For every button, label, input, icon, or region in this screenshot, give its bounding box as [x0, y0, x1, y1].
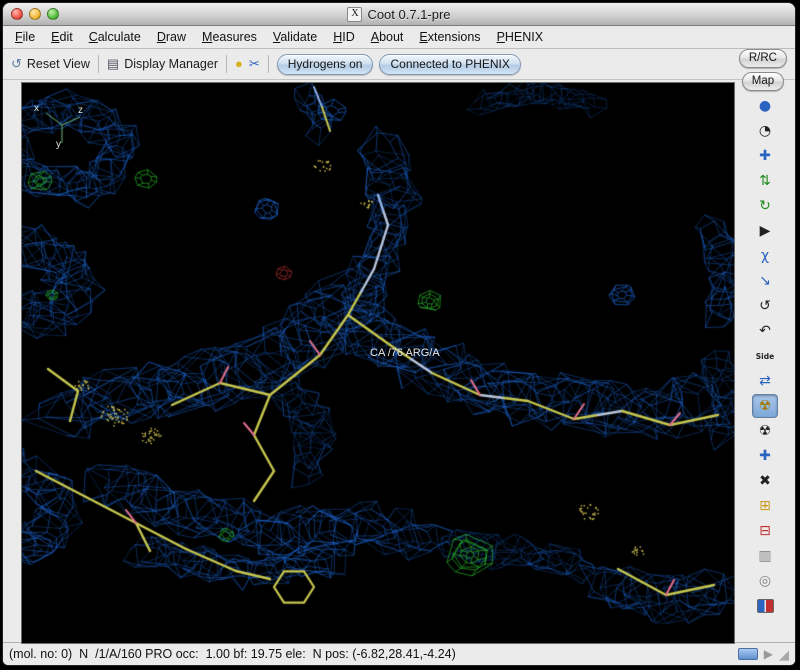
hydrogens-toggle-button[interactable]: Hydrogens on [276, 53, 374, 75]
flag-icon [756, 599, 774, 613]
play-icon: ▶ [759, 223, 771, 239]
refresh-icon: ↺ [759, 298, 771, 314]
play-icon-button[interactable]: ▶ [752, 219, 778, 243]
toolbar-separator [267, 55, 269, 73]
display-manager-button[interactable]: ▤ Display Manager [107, 56, 218, 72]
flip-icon: ⇄ [759, 373, 771, 389]
phenix-connection-button[interactable]: Connected to PHENIX [379, 53, 521, 75]
add-box-icon-button[interactable]: ⊞ [752, 494, 778, 518]
title-bar[interactable]: X Coot 0.7.1-pre [3, 3, 795, 26]
close-button[interactable] [11, 8, 23, 20]
label-atom-icon: ● [235, 56, 243, 71]
radiation-icon-button[interactable]: ☢ [752, 394, 778, 418]
menu-about[interactable]: About [363, 28, 412, 46]
toolbar-separator [97, 55, 99, 73]
sphere-icon-button[interactable]: ● [752, 94, 778, 118]
modelling-toolbar: ● ◔ ✚ ⇅ ↻ ▶ χ ↘ ↺ ↶ Side ⇄ ☢ ☢ ✚ ✖ ⊞ ⊟ ▥… [735, 82, 795, 640]
menu-extensions[interactable]: Extensions [411, 28, 488, 46]
move-icon-button[interactable]: ✚ [752, 144, 778, 168]
updown-arrows-icon-button[interactable]: ⇅ [752, 169, 778, 193]
flip-icon-button[interactable]: ⇄ [752, 369, 778, 393]
refresh-icon-button[interactable]: ↺ [752, 294, 778, 318]
reset-view-button[interactable]: ↺ Reset View [11, 56, 90, 72]
add-box-icon: ⊞ [759, 498, 771, 514]
mini-play-icon[interactable]: ▶ [764, 648, 773, 660]
radiation-dark-icon-button[interactable]: ☢ [752, 419, 778, 443]
side-chain-icon-button[interactable]: Side [752, 344, 778, 368]
clock-icon: ◔ [758, 123, 772, 139]
circle-icon-button[interactable]: ◎ [752, 569, 778, 593]
delete-icon-button[interactable]: ✖ [752, 469, 778, 493]
rotate-icon-button[interactable]: ↻ [752, 194, 778, 218]
coot-window: X Coot 0.7.1-pre File Edit Calculate Dra… [2, 2, 796, 666]
status-text: (mol. no: 0) N /1/A/160 PRO occ: 1.00 bf… [9, 647, 456, 661]
sphere-icon: ● [758, 98, 772, 114]
reset-view-label: Reset View [26, 57, 90, 71]
add-atom-icon: ✚ [759, 448, 771, 464]
main-toolbar: ↺ Reset View ▤ Display Manager ● ✂ Hydro… [3, 49, 795, 80]
jump-arrow-icon-button[interactable]: ↘ [752, 269, 778, 293]
label-atom-button[interactable]: ● [235, 56, 243, 72]
undo-icon-button[interactable]: ↶ [752, 319, 778, 343]
display-manager-icon: ▤ [106, 56, 120, 71]
right-top-buttons: R/RC Map [738, 49, 787, 91]
zoom-button[interactable] [47, 8, 59, 20]
menu-calculate[interactable]: Calculate [81, 28, 149, 46]
radiation-dark-icon: ☢ [758, 423, 772, 439]
trash-icon: ▥ [758, 548, 772, 564]
molecular-viewport[interactable]: x z y CA /76 ARG/A [21, 82, 735, 644]
side-chain-icon: Side [755, 351, 775, 361]
status-bar: (mol. no: 0) N /1/A/160 PRO occ: 1.00 bf… [3, 642, 795, 665]
flag-icon-button[interactable] [752, 594, 778, 618]
window-controls [11, 8, 59, 20]
toolbar-separator [226, 55, 227, 73]
menu-phenix[interactable]: PHENIX [489, 28, 552, 46]
circle-icon: ◎ [758, 573, 772, 589]
torsion-icon-button[interactable]: χ [752, 244, 778, 268]
menu-draw[interactable]: Draw [149, 28, 194, 46]
reset-view-icon: ↺ [11, 56, 22, 71]
trash-icon-button[interactable]: ▥ [752, 544, 778, 568]
torsion-icon: χ [760, 248, 770, 264]
map-button[interactable]: Map [741, 72, 785, 91]
jump-arrow-icon: ↘ [759, 273, 771, 289]
add-atom-icon-button[interactable]: ✚ [752, 444, 778, 468]
remove-box-icon: ⊟ [759, 523, 771, 539]
display-manager-label: Display Manager [124, 57, 218, 71]
rrc-button[interactable]: R/RC [738, 49, 787, 68]
scroll-thumb[interactable] [737, 648, 758, 660]
delete-icon: ✖ [759, 473, 771, 489]
updown-arrows-icon: ⇅ [759, 173, 771, 189]
undo-icon: ↶ [759, 323, 771, 339]
menu-file[interactable]: File [7, 28, 43, 46]
x11-app-icon: X [347, 6, 363, 22]
clock-icon-button[interactable]: ◔ [752, 119, 778, 143]
measure-icon: ✂ [248, 56, 260, 71]
menu-edit[interactable]: Edit [43, 28, 81, 46]
menu-bar: File Edit Calculate Draw Measures Valida… [3, 26, 795, 49]
menu-validate[interactable]: Validate [265, 28, 325, 46]
move-icon: ✚ [759, 148, 771, 164]
rotate-icon: ↻ [759, 198, 771, 214]
remove-box-icon-button[interactable]: ⊟ [752, 519, 778, 543]
window-title: Coot 0.7.1-pre [367, 6, 451, 22]
measure-button[interactable]: ✂ [249, 56, 260, 72]
menu-measures[interactable]: Measures [194, 28, 265, 46]
menu-hid[interactable]: HID [325, 28, 363, 46]
minimize-button[interactable] [29, 8, 41, 20]
resize-grip[interactable]: ◢ [779, 648, 789, 661]
main-content: x z y CA /76 ARG/A ● ◔ ✚ ⇅ ↻ ▶ χ ↘ ↺ ↶ S… [3, 80, 795, 644]
molecular-viewport-canvas[interactable] [22, 83, 734, 643]
radiation-icon: ☢ [758, 398, 772, 414]
